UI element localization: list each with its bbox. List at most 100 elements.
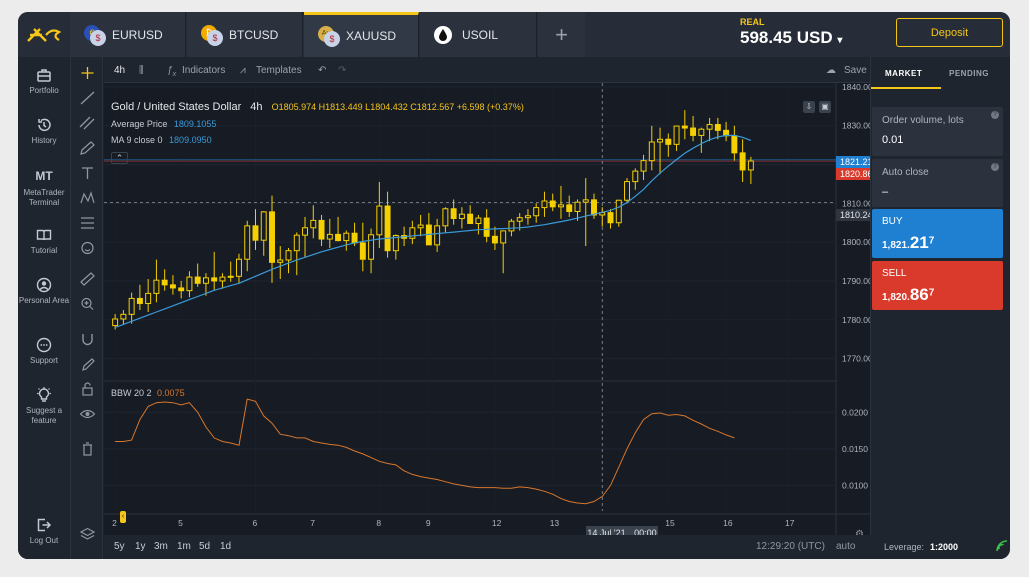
exness-logo[interactable] (18, 12, 70, 57)
sidebar-item-tutorial[interactable]: Tutorial (18, 227, 70, 256)
sidebar-item-label: Tutorial (30, 246, 58, 255)
candle-body (640, 160, 647, 172)
candle-body (434, 225, 441, 246)
sell-button[interactable]: SELL 1,820.867 (872, 261, 1003, 310)
tab-market[interactable]: MARKET (885, 69, 922, 78)
range-5y[interactable]: 5y (114, 541, 125, 552)
pen-icon[interactable] (71, 141, 104, 155)
screenshot-icon[interactable]: ▣ (819, 101, 831, 113)
app-window: € $ EURUSD ₿ $ BTCUSD Au $ XAUUSD USOIL (18, 12, 1010, 559)
eurusd-flag-icon: € $ (84, 24, 106, 46)
unlock-icon[interactable] (71, 382, 104, 396)
bbw-value: 0.0075 (157, 388, 185, 398)
leverage-label: Leverage: (884, 542, 925, 552)
buy-price: 1,821.217 (882, 233, 993, 253)
eye-icon[interactable] (71, 407, 104, 421)
tab-xauusd[interactable]: Au $ XAUUSD (304, 12, 419, 57)
price-chart[interactable]: 1840.0001830.0001820.0001810.0001800.000… (104, 83, 870, 535)
range-3m[interactable]: 3m (154, 541, 168, 552)
scroll-left-handle[interactable]: ‹ (120, 511, 126, 523)
candle-body (458, 213, 465, 219)
undo-icon[interactable]: ↶ (318, 65, 326, 76)
candle-body (351, 232, 358, 244)
chart-area[interactable]: 1840.0001830.0001820.0001810.0001800.000… (104, 83, 881, 540)
trendline-icon[interactable] (71, 91, 104, 105)
buy-button[interactable]: BUY 1,821.217 (872, 209, 1003, 258)
indicators-button[interactable]: Indicators (182, 65, 225, 76)
candle-body (120, 313, 127, 320)
candle-body (500, 230, 507, 244)
help-icon[interactable]: ? (991, 163, 999, 171)
tab-pending[interactable]: PENDING (949, 69, 989, 78)
sidebar-item-label: MetaTrader Terminal (23, 188, 65, 207)
layers-icon[interactable] (71, 527, 104, 541)
redo-icon[interactable]: ↷ (338, 65, 346, 76)
price-tick-label: 1770.000 (842, 354, 870, 364)
candle-body (417, 224, 424, 229)
magnet-icon[interactable] (71, 332, 104, 346)
trash-icon[interactable] (71, 442, 104, 456)
order-volume-value[interactable]: 0.01 (882, 134, 993, 146)
candle-type-icon[interactable]: ⫼ (139, 65, 144, 76)
crosshair-icon[interactable] (71, 66, 104, 80)
price-tick-label: 1810.000 (842, 198, 870, 208)
auto-close-label: Auto close (882, 167, 929, 178)
time-tick-label: 9 (426, 518, 431, 528)
save-button[interactable]: Save (844, 65, 867, 76)
channel-icon[interactable] (71, 116, 104, 130)
sidebar-item-suggest-feature[interactable]: Suggest a feature (18, 387, 70, 426)
time-tick-label: 2 (112, 518, 117, 528)
candle-body (285, 250, 292, 261)
candle-body (227, 275, 234, 278)
candle-body (145, 292, 152, 304)
pencil-lock-icon[interactable] (71, 357, 104, 371)
range-1m[interactable]: 1m (177, 541, 191, 552)
drawing-tools (70, 57, 103, 559)
sidebar-item-logout[interactable]: Log Out (18, 517, 70, 546)
candle-body (202, 277, 209, 284)
tab-usoil[interactable]: USOIL (420, 12, 537, 57)
candle-body (252, 225, 259, 241)
tab-eurusd[interactable]: € $ EURUSD (70, 12, 186, 57)
candle-body (731, 135, 738, 154)
range-1y[interactable]: 1y (135, 541, 146, 552)
sidebar-item-support[interactable]: Support (18, 337, 70, 366)
timeframe-button[interactable]: 4h (114, 65, 125, 76)
oil-drop-icon (434, 25, 454, 45)
range-1d[interactable]: 1d (220, 541, 231, 552)
auto-close-field[interactable]: Auto close – ? (872, 159, 1003, 207)
time-tick-label: 15 (665, 518, 675, 528)
tab-btcusd[interactable]: ₿ $ BTCUSD (187, 12, 303, 57)
sidebar-item-personal-area[interactable]: Personal Area (18, 277, 70, 306)
order-volume-field[interactable]: Order volume, lots 0.01 ? (872, 107, 1003, 156)
bulb-icon (37, 387, 51, 402)
auto-scale-button[interactable]: auto (836, 541, 855, 552)
sidebar-item-history[interactable]: History (18, 117, 70, 146)
range-5d[interactable]: 5d (199, 541, 210, 552)
collapse-legend-button[interactable]: ⌃ (111, 152, 128, 164)
emoji-icon[interactable] (71, 241, 104, 255)
candle-body (169, 284, 176, 289)
sell-price-pip: 7 (928, 287, 935, 299)
sidebar-item-portfolio[interactable]: Portfolio (18, 67, 70, 96)
sidebar-item-metatrader[interactable]: MT MetaTrader Terminal (18, 167, 70, 208)
help-icon[interactable]: ? (991, 111, 999, 119)
account-selector[interactable]: REAL 598.45 USD ▾ (740, 17, 842, 48)
sell-price: 1,820.867 (882, 285, 993, 305)
candle-body (467, 213, 474, 225)
text-icon[interactable] (71, 166, 104, 180)
candle-body (574, 201, 581, 212)
time-tick-label: 17 (785, 518, 795, 528)
ohlc-values: O1805.974 H1813.449 L1804.432 C1812.567 … (271, 102, 524, 112)
add-tab-button[interactable]: + (538, 12, 585, 57)
candle-body (368, 234, 375, 260)
deposit-button[interactable]: Deposit (896, 18, 1003, 47)
zoom-in-icon[interactable] (71, 297, 104, 311)
ruler-icon[interactable] (71, 272, 104, 286)
templates-button[interactable]: Templates (256, 65, 302, 76)
candle-body (136, 297, 143, 304)
download-icon[interactable]: ⇩ (803, 101, 815, 113)
fibonacci-icon[interactable] (71, 216, 104, 230)
pattern-icon[interactable] (71, 191, 104, 205)
tab-label: USOIL (462, 27, 499, 42)
